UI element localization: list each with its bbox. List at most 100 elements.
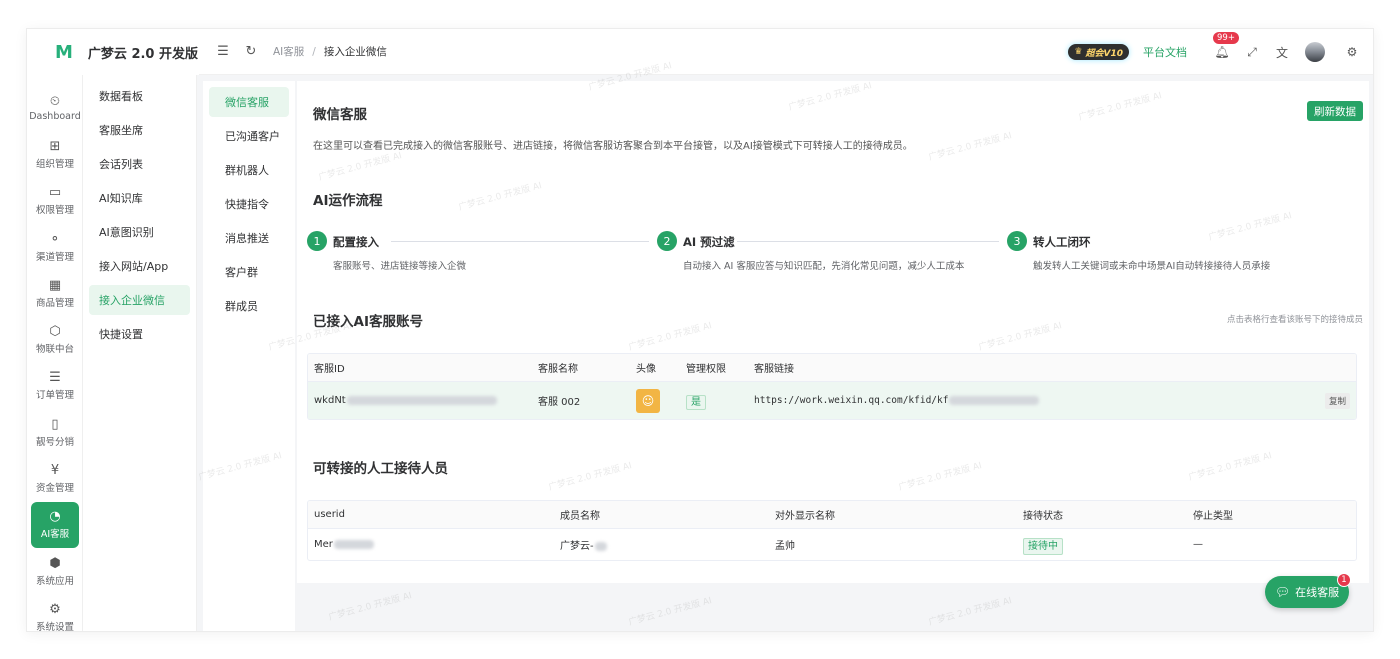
copy-link-button[interactable]: 复制 <box>1324 392 1350 409</box>
yuan-icon: ¥ <box>50 463 60 479</box>
rail-item-label: 系统应用 <box>35 575 74 587</box>
fullscreen-icon[interactable]: ⤢ <box>1237 45 1267 60</box>
list-icon: ☰ <box>49 370 61 386</box>
menu-item[interactable]: AI意图识别 <box>89 217 190 247</box>
user-avatar[interactable] <box>1305 42 1325 62</box>
account-id: wkdNt <box>314 395 497 406</box>
phone-icon: ▯ <box>51 416 59 432</box>
rail-item-system-apps[interactable]: ⬢ 系统应用 <box>27 548 83 594</box>
tab-item[interactable]: 群成员 <box>209 291 289 321</box>
settings-gear-icon[interactable]: ⚙ <box>1337 45 1367 59</box>
staff-stop-type: — <box>1193 539 1203 550</box>
rail-item-organization[interactable]: ⊞ 组织管理 <box>27 131 83 177</box>
rail-item-products[interactable]: ▦ 商品管理 <box>27 270 83 316</box>
breadcrumb-root[interactable]: AI客服 <box>273 46 304 58</box>
app-title: 广梦云 2.0 开发版 <box>87 46 199 62</box>
table-row[interactable]: wkdNt 客服 002 ☺ 是 https://work.weixin.qq.… <box>308 382 1356 419</box>
translate-icon[interactable]: 文 <box>1267 44 1297 61</box>
menu-item[interactable]: 快捷设置 <box>89 319 190 349</box>
breadcrumb: AI客服 / 接入企业微信 <box>273 46 387 58</box>
accounts-section-title: 已接入AI客服账号 <box>313 314 423 330</box>
vip-badge[interactable]: ♛ 超会V10 <box>1068 44 1129 60</box>
gauge-icon: ⏲ <box>49 94 61 110</box>
grid-icon: ⊞ <box>49 138 61 154</box>
breadcrumb-current: 接入企业微信 <box>323 46 387 58</box>
menu-item[interactable]: AI知识库 <box>89 183 190 213</box>
notification-count-badge: 99+ <box>1213 32 1239 44</box>
menu-item[interactable]: 客服坐席 <box>89 115 190 145</box>
rail-item-iot-center[interactable]: ⬡ 物联中台 <box>27 316 83 362</box>
tab-item[interactable]: 微信客服 <box>209 87 289 117</box>
flow-section-title: AI运作流程 <box>313 193 383 209</box>
table-row[interactable]: Mer 广梦云- 孟帅 接待中 — <box>308 529 1356 560</box>
account-avatar-icon: ☺ <box>636 388 660 413</box>
rail-item-orders[interactable]: ☰ 订单管理 <box>27 363 83 409</box>
ai-service-icon: ◔ <box>49 509 61 525</box>
accounts-table: 客服ID 客服名称 头像 管理权限 客服链接 wkdNt 客服 002 ☺ 是 … <box>307 353 1357 420</box>
collapse-menu-icon[interactable]: ☰ <box>209 44 237 59</box>
rail-item-label: AI客服 <box>40 529 70 541</box>
gear-icon: ⚙ <box>49 601 61 617</box>
rail-item-label: 渠道管理 <box>35 251 74 263</box>
rail-item-label: Dashboard <box>29 111 81 123</box>
tab-item[interactable]: 群机器人 <box>209 155 289 185</box>
staff-member-name: 广梦云- <box>560 537 607 552</box>
staff-userid: Mer <box>314 539 374 550</box>
watermark-text: 广梦云 2.0 开发版 AI <box>927 596 1013 628</box>
rail-item-dashboard[interactable]: ⏲ Dashboard <box>27 85 83 131</box>
rail-item-label: 物联中台 <box>35 344 74 356</box>
secondary-menu: 数据看板客服坐席会话列表 AI知识库 AI意图识别 接入网站/App 接入企业微信 快捷设… <box>83 75 197 631</box>
refresh-icon[interactable]: ↻ <box>237 44 265 59</box>
rail-item-ai-service[interactable]: ◔ AI客服 <box>31 501 79 548</box>
primary-sidebar: ⏲ Dashboard ⊞ 组织管理 ▭ 权限管理 ⚬ 渠道管理 ▦ 商品管理 ⬡ 物联中台 ☰ 订单管理… <box>27 29 83 632</box>
notifications-button[interactable]: 🔔︎ 99+ <box>1207 32 1239 59</box>
refresh-data-button[interactable]: 刷新数据 <box>1307 101 1363 121</box>
rail-item-label: 商品管理 <box>35 297 74 309</box>
staff-display-name: 孟帅 <box>775 541 795 552</box>
ai-flow-steps: 1 配置接入 客服账号、进店链接等接入企微 2 AI 预过滤 自动接入 AI 客… <box>307 231 1357 281</box>
tab-item[interactable]: 快捷指令 <box>209 189 289 219</box>
rail-item-label: 靓号分销 <box>35 436 74 448</box>
admin-flag: 是 <box>686 393 706 410</box>
accounts-hint: 点击表格行查看该账号下的接待成员 <box>1226 315 1363 325</box>
step-connector <box>737 241 999 242</box>
rail-item-permissions[interactable]: ▭ 权限管理 <box>27 178 83 224</box>
logo-icon: M <box>55 41 73 63</box>
tab-item[interactable]: 已沟通客户 <box>209 121 289 151</box>
rail-item-funds[interactable]: ¥ 资金管理 <box>27 455 83 501</box>
platform-docs-link[interactable]: 平台文档 <box>1143 44 1187 60</box>
step-connector <box>391 241 649 242</box>
rail-item-label: 权限管理 <box>35 205 74 217</box>
page-title: 微信客服 <box>313 107 367 123</box>
account-name: 客服 002 <box>538 397 581 408</box>
rail-item-label: 订单管理 <box>35 390 74 402</box>
table-header: 客服ID 客服名称 头像 管理权限 客服链接 <box>308 354 1356 382</box>
cube-icon: ⬡ <box>49 324 61 340</box>
wecom-tabs: 微信客服已沟通客户群机器人快捷指令消息推送客户群群成员 <box>203 81 295 631</box>
tab-item[interactable]: 客户群 <box>209 257 289 287</box>
tab-item[interactable]: 消息推送 <box>209 223 289 253</box>
rail-item-channels[interactable]: ⚬ 渠道管理 <box>27 224 83 270</box>
bell-icon: 🔔︎ <box>1214 45 1230 59</box>
main-panel: 微信客服 刷新数据 在这里可以查看已完成接入的微信客服账号、进店链接，将微信客服… <box>297 81 1369 583</box>
shop-icon: ▦ <box>48 277 62 293</box>
menu-item[interactable]: 接入企业微信 <box>89 285 190 315</box>
menu-item[interactable]: 数据看板 <box>89 81 190 111</box>
menu-item[interactable]: 接入网站/App <box>89 251 190 281</box>
rail-item-label: 系统设置 <box>35 621 74 632</box>
menu-item[interactable]: 会话列表 <box>89 149 190 179</box>
rail-item-system-settings[interactable]: ⚙ 系统设置 <box>27 594 83 632</box>
watermark-text: 广梦云 2.0 开发版 AI <box>627 596 713 628</box>
watermark-text: 广梦云 2.0 开发版 AI <box>327 591 413 623</box>
logo[interactable]: M 广梦云 2.0 开发版 <box>27 29 199 75</box>
table-header: userid 成员名称 对外显示名称 接待状态 停止类型 <box>308 501 1356 529</box>
staff-table: userid 成员名称 对外显示名称 接待状态 停止类型 Mer 广梦云- 孟帅… <box>307 500 1357 561</box>
page-description: 在这里可以查看已完成接入的微信客服账号、进店链接，将微信客服访客聚合到本平台接管… <box>313 141 913 152</box>
rail-item-label: 资金管理 <box>35 483 74 495</box>
box-icon: ⬢ <box>49 555 61 571</box>
app-window: M 广梦云 2.0 开发版 ⏲ Dashboard ⊞ 组织管理 ▭ 权限管理 ⚬ 渠道管理 ▦… <box>26 28 1374 632</box>
crown-icon: ♛ <box>1074 47 1083 57</box>
staff-section-title: 可转接的人工接待人员 <box>313 461 448 477</box>
rail-item-number-distribution[interactable]: ▯ 靓号分销 <box>27 409 83 455</box>
support-unread-badge: 1 <box>1337 573 1351 587</box>
